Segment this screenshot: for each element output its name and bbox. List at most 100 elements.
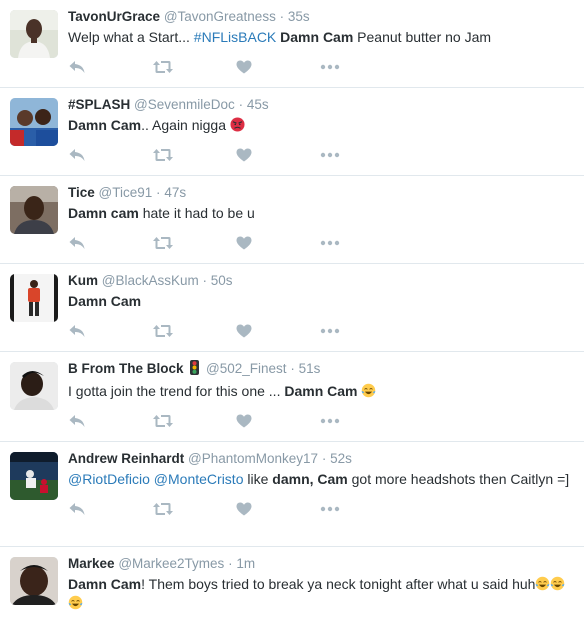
separator-dot: · [279, 9, 285, 24]
tweet[interactable]: Kum @BlackAssKum · 50s Damn Cam [0, 264, 584, 352]
user-handle[interactable]: @SevenmileDoc [134, 97, 235, 112]
user-handle[interactable]: @502_Finest [206, 361, 287, 376]
retweet-button[interactable] [152, 236, 236, 250]
avatar[interactable] [10, 274, 58, 322]
angry-face-emoji [230, 117, 245, 133]
user-name[interactable]: B From The Block [68, 361, 184, 376]
tweet-text: Damn cam hate it had to be u [68, 204, 574, 223]
like-button[interactable] [236, 236, 320, 250]
more-button[interactable] [320, 328, 404, 334]
like-button[interactable] [236, 414, 320, 428]
retweet-icon [152, 324, 174, 338]
like-button[interactable] [236, 148, 320, 162]
user-name[interactable]: TavonUrGrace [68, 9, 160, 24]
like-icon [236, 236, 252, 250]
highlighted-keyword: Damn Cam [68, 576, 142, 592]
like-button[interactable] [236, 60, 320, 74]
timestamp[interactable]: 51s [299, 361, 321, 376]
tweet[interactable]: Andrew Reinhardt @PhantomMonkey17 · 52s … [0, 442, 584, 547]
avatar[interactable] [10, 10, 58, 58]
user-handle[interactable]: @BlackAssKum [102, 273, 199, 288]
retweet-button[interactable] [152, 414, 236, 428]
tweet-text-segment: Welp what a Start... [68, 29, 194, 45]
tweet-actions [68, 410, 574, 432]
tweet-text: Damn Cam.. Again nigga [68, 116, 574, 135]
timestamp[interactable]: 47s [164, 185, 186, 200]
tears-of-joy-emoji [361, 383, 376, 399]
highlighted-keyword: Damn Cam [68, 293, 142, 309]
user-name[interactable]: Andrew Reinhardt [68, 451, 184, 466]
tweet[interactable]: B From The Block @502_Finest · 51s I got… [0, 352, 584, 442]
tweet[interactable]: TavonUrGrace @TavonGreatness · 35s Welp … [0, 0, 584, 88]
mention-link[interactable]: @MonteCristo [154, 471, 244, 487]
user-name[interactable]: #SPLASH [68, 97, 130, 112]
user-handle[interactable]: @TavonGreatness [164, 9, 276, 24]
tweet-text: @RiotDeficio @MonteCristo like damn, Cam… [68, 470, 574, 489]
traffic-light-emoji [190, 360, 200, 380]
tweet-actions [68, 56, 574, 78]
highlighted-keyword: damn, Cam [272, 471, 348, 487]
user-handle[interactable]: @Tice91 [99, 185, 153, 200]
avatar[interactable] [10, 186, 58, 234]
user-handle[interactable]: @Markee2Tymes [118, 556, 224, 571]
timestamp[interactable]: 45s [247, 97, 269, 112]
like-button[interactable] [236, 324, 320, 338]
like-button[interactable] [236, 502, 320, 516]
retweet-icon [152, 502, 174, 516]
reply-button[interactable] [68, 324, 152, 338]
tears-of-joy-emoji [550, 576, 565, 592]
timestamp[interactable]: 1m [236, 556, 255, 571]
tweet-text-segment: hate it had to be u [138, 205, 255, 221]
tweet-text-segment: I gotta join the trend for this one ... [68, 383, 285, 399]
tweet[interactable]: #SPLASH @SevenmileDoc · 45s Damn Cam.. A… [0, 88, 584, 176]
reply-button[interactable] [68, 60, 152, 74]
more-icon [320, 240, 340, 246]
separator-dot: · [238, 97, 244, 112]
separator-dot: · [156, 185, 161, 200]
avatar[interactable] [10, 362, 58, 410]
avatar[interactable] [10, 557, 58, 605]
user-name[interactable]: Kum [68, 273, 98, 288]
tweet[interactable]: Tice @Tice91 · 47s Damn cam hate it had … [0, 176, 584, 264]
like-icon [236, 414, 252, 428]
retweet-button[interactable] [152, 502, 236, 516]
reply-button[interactable] [68, 502, 152, 516]
reply-icon [68, 236, 86, 250]
avatar[interactable] [10, 98, 58, 146]
retweet-icon [152, 236, 174, 250]
highlighted-keyword: Damn Cam [284, 383, 358, 399]
highlighted-keyword: Damn cam [68, 205, 139, 221]
more-icon [320, 152, 340, 158]
user-handle[interactable]: @PhantomMonkey17 [188, 451, 318, 466]
user-name[interactable]: Markee [68, 556, 115, 571]
timestamp[interactable]: 50s [211, 273, 233, 288]
reply-button[interactable] [68, 236, 152, 250]
more-button[interactable] [320, 64, 404, 70]
tweet-text: Damn Cam! Them boys tried to break ya ne… [68, 575, 574, 613]
more-button[interactable] [320, 240, 404, 246]
timestamp[interactable]: 52s [330, 451, 352, 466]
tweet-actions [68, 232, 574, 254]
user-name[interactable]: Tice [68, 185, 95, 200]
reply-icon [68, 148, 86, 162]
more-button[interactable] [320, 152, 404, 158]
retweet-button[interactable] [152, 60, 236, 74]
hashtag-link[interactable]: #NFLisBACK [194, 29, 276, 45]
tweet[interactable]: Markee @Markee2Tymes · 1m Damn Cam! Them… [0, 547, 584, 620]
mention-link[interactable]: @RiotDeficio [68, 471, 150, 487]
separator-dot: · [228, 556, 233, 571]
retweet-button[interactable] [152, 148, 236, 162]
more-button[interactable] [320, 418, 404, 424]
tweet-header: Kum @BlackAssKum · 50s [68, 272, 574, 290]
like-icon [236, 324, 252, 338]
more-button[interactable] [320, 506, 404, 512]
reply-button[interactable] [68, 414, 152, 428]
reply-button[interactable] [68, 148, 152, 162]
more-icon [320, 506, 340, 512]
tweet-actions [68, 320, 574, 342]
avatar[interactable] [10, 452, 58, 500]
tweet-text-segment: .. Again nigga [141, 117, 230, 133]
like-icon [236, 60, 252, 74]
timestamp[interactable]: 35s [288, 9, 310, 24]
retweet-button[interactable] [152, 324, 236, 338]
